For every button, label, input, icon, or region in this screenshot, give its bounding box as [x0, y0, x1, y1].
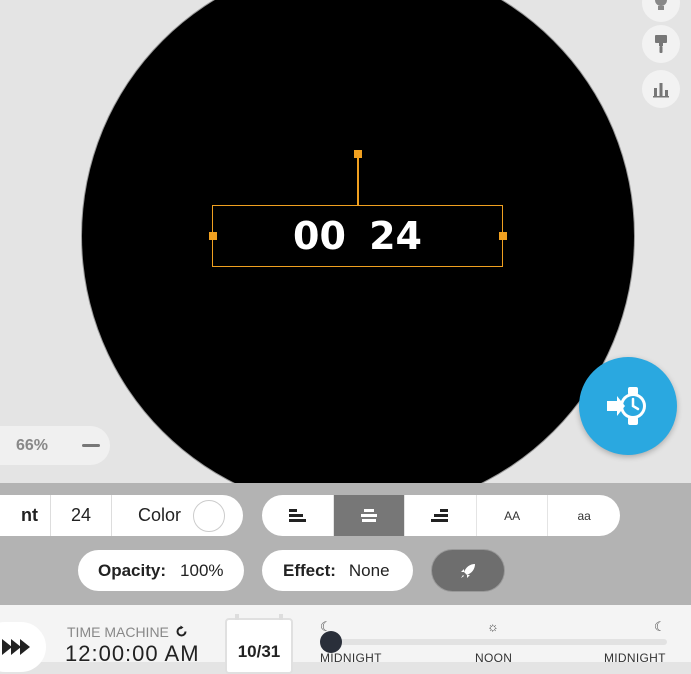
- time-machine-time: 12:00:00 AM: [65, 641, 200, 666]
- properties-toolbar: nt 24 Color AA aa Opacity: 100% Effect: …: [0, 483, 691, 605]
- rotate-handle[interactable]: [354, 150, 362, 158]
- effect-label: Effect:: [283, 560, 336, 580]
- color-swatch[interactable]: [193, 499, 226, 532]
- align-left-icon: [289, 508, 307, 522]
- align-center-button[interactable]: [333, 495, 406, 536]
- time-display-text[interactable]: 00 24: [212, 205, 503, 267]
- watch-canvas: 00 24 66%: [0, 0, 691, 483]
- rocket-button[interactable]: [432, 550, 504, 591]
- align-right-button[interactable]: [405, 495, 477, 536]
- effect-value: None: [348, 560, 390, 580]
- time-machine-bar: TIME MACHINE 12:00:00 AM 10/31 ☾ ☼ ☾ MID…: [0, 605, 691, 674]
- lowercase-button[interactable]: aa: [548, 495, 620, 536]
- bulb-icon[interactable]: [642, 0, 680, 22]
- date-picker[interactable]: 10/31: [225, 614, 293, 674]
- align-center-icon: [360, 508, 377, 522]
- watch-sync-button[interactable]: [579, 357, 677, 455]
- tick-label-noon: NOON: [475, 651, 513, 665]
- time-slider-track[interactable]: [323, 639, 667, 645]
- rocket-icon: [461, 563, 475, 578]
- watch-sync-icon: [607, 387, 646, 425]
- zoom-value: 66%: [16, 436, 49, 454]
- effect-control[interactable]: Effect: None: [262, 550, 413, 591]
- zoom-out-button[interactable]: [82, 444, 100, 447]
- tick-label-midnight-start: MIDNIGHT: [320, 651, 382, 665]
- time-machine-label: TIME MACHINE: [67, 624, 188, 640]
- divider: [111, 495, 112, 536]
- color-label: Color: [138, 505, 182, 525]
- bar-chart-icon[interactable]: [642, 70, 680, 108]
- uppercase-button[interactable]: AA: [477, 495, 549, 536]
- font-controls: nt 24 Color: [0, 495, 243, 536]
- fast-forward-button[interactable]: [0, 622, 46, 672]
- time-slider-knob[interactable]: [320, 631, 342, 653]
- calendar-icon: [235, 614, 283, 620]
- alignment-controls: AA aa: [262, 495, 620, 536]
- sun-icon: ☼: [487, 619, 499, 634]
- align-left-button[interactable]: [262, 495, 334, 536]
- font-size-input[interactable]: 24: [51, 505, 111, 526]
- opacity-label: Opacity:: [98, 560, 167, 580]
- rotate-handle-line: [357, 157, 359, 205]
- zoom-control: 66%: [0, 426, 110, 465]
- reset-icon[interactable]: [175, 625, 188, 638]
- date-value: 10/31: [237, 642, 281, 661]
- moon-icon: ☾: [654, 619, 666, 634]
- opacity-value: 100%: [180, 560, 224, 580]
- fast-forward-icon: [2, 639, 30, 655]
- opacity-control[interactable]: Opacity: 100%: [78, 550, 244, 591]
- tick-label-midnight-end: MIDNIGHT: [604, 651, 666, 665]
- font-label: nt: [21, 505, 38, 525]
- align-right-icon: [431, 508, 449, 522]
- paint-roller-icon[interactable]: [642, 25, 680, 63]
